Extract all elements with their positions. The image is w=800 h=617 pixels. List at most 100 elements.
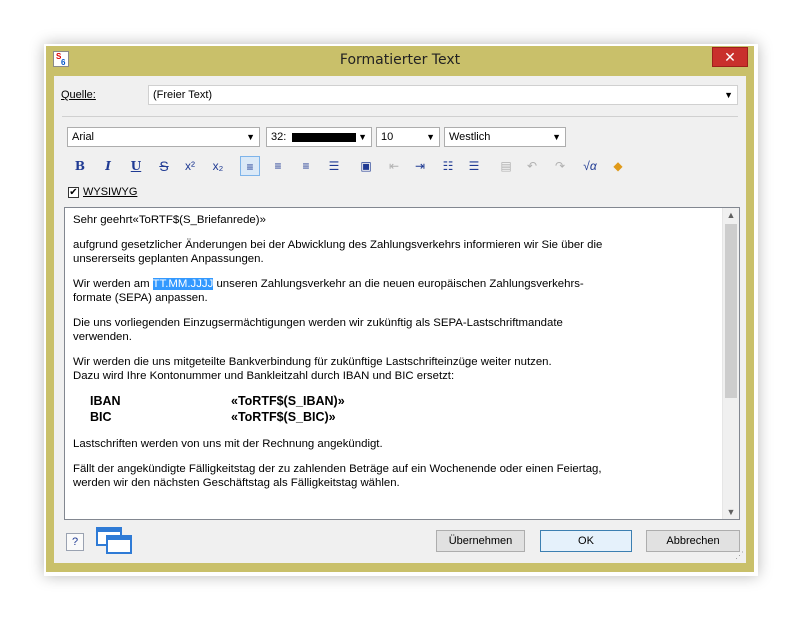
- script-value: Westlich: [449, 131, 491, 143]
- close-button[interactable]: ✕: [712, 47, 748, 67]
- align-left-icon: ≡: [246, 160, 254, 174]
- color-swatch: [292, 132, 357, 142]
- text-line: Fällt der angekündigte Fälligkeitstag de…: [73, 463, 602, 475]
- align-right-button[interactable]: ≡: [296, 156, 316, 176]
- selected-text: TT.MM.JJJJ: [152, 278, 214, 290]
- scroll-down-icon[interactable]: ▼: [723, 507, 739, 517]
- align-justify-button[interactable]: ☰: [324, 156, 344, 176]
- wysiwyg-checkbox[interactable]: ✔: [68, 187, 79, 198]
- text-line: formate (SEPA) anpassen.: [73, 292, 208, 304]
- eraser-button[interactable]: ◆: [608, 156, 628, 176]
- text-line: unseren Zahlungsverkehr an die neuen eur…: [213, 278, 584, 290]
- salutation-line: Sehr geehrt«ToRTF$(S_Briefanrede)»: [73, 214, 266, 226]
- source-label: Quelle:: [61, 89, 96, 101]
- text-editor[interactable]: Sehr geehrt«ToRTF$(S_Briefanrede)» aufgr…: [64, 207, 740, 520]
- dialog-window: S6 Formatierter Text ✕ Quelle: (Freier T…: [46, 46, 754, 572]
- align-center-icon: ≡: [274, 159, 282, 173]
- font-size-value: 10: [381, 131, 394, 143]
- subscript-button[interactable]: x₂: [208, 156, 228, 176]
- bold-button[interactable]: B: [70, 156, 90, 176]
- italic-button[interactable]: I: [98, 156, 118, 176]
- help-icon: ?: [71, 536, 79, 548]
- editor-content[interactable]: Sehr geehrt«ToRTF$(S_Briefanrede)» aufgr…: [73, 213, 713, 501]
- text-line: Wir werden die uns mitgeteilte Bankverbi…: [73, 356, 552, 368]
- indent-decrease-icon: ⇤: [388, 159, 400, 173]
- redo-icon: ↷: [554, 159, 566, 173]
- undo-button[interactable]: ↶: [522, 156, 542, 176]
- underline-button[interactable]: U: [126, 156, 146, 176]
- script-select[interactable]: Westlich ▼: [444, 127, 566, 147]
- text-line: Wir werden am: [73, 278, 153, 290]
- scroll-thumb[interactable]: [725, 224, 737, 398]
- chevron-down-icon: ▼: [426, 132, 435, 142]
- field-icon: ▣: [360, 159, 372, 173]
- apply-button-label: Übernehmen: [448, 535, 513, 547]
- insert-field-button[interactable]: ▣: [356, 156, 376, 176]
- paragraph: Wir werden die uns mitgeteilte Bankverbi…: [73, 355, 713, 383]
- vertical-scrollbar[interactable]: ▲ ▼: [722, 208, 739, 519]
- text-line: Dazu wird Ihre Kontonummer und Bankleitz…: [73, 370, 455, 382]
- align-right-icon: ≡: [302, 159, 310, 173]
- apply-button[interactable]: Übernehmen: [436, 530, 525, 552]
- numbered-list-icon: ☷: [442, 159, 454, 173]
- bullet-list-button[interactable]: ☰: [464, 156, 484, 176]
- source-label-text: Quelle:: [61, 89, 96, 101]
- source-select-value: (Freier Text): [153, 89, 213, 101]
- font-color-select[interactable]: 32: ▼: [266, 127, 372, 147]
- paragraph: Lastschriften werden von uns mit der Rec…: [73, 438, 383, 450]
- font-family-value: Arial: [72, 131, 95, 143]
- help-button[interactable]: ?: [66, 533, 84, 551]
- paragraph: aufgrund gesetzlicher Änderungen bei der…: [73, 238, 713, 266]
- font-size-select[interactable]: 10 ▼: [376, 127, 440, 147]
- iban-value: «ToRTF$(S_IBAN)»: [231, 394, 345, 408]
- paragraph: Die uns vorliegenden Einzugsermächtigung…: [73, 316, 713, 344]
- indent-increase-button[interactable]: ⇥: [410, 156, 430, 176]
- text-line: Die uns vorliegenden Einzugsermächtigung…: [73, 317, 563, 329]
- text-line: unsererseits geplanten Anpassungen.: [73, 253, 264, 265]
- ok-button[interactable]: OK: [540, 530, 632, 552]
- iban-row: IBAN «ToRTF$(S_IBAN)»: [90, 394, 713, 410]
- font-color-prefix: 32:: [271, 131, 287, 143]
- numbered-list-button[interactable]: ☷: [438, 156, 458, 176]
- align-justify-icon: ☰: [328, 159, 340, 173]
- text-line: verwenden.: [73, 331, 132, 343]
- bank-details: IBAN «ToRTF$(S_IBAN)» BIC «ToRTF$(S_BIC)»: [90, 394, 713, 426]
- indent-increase-icon: ⇥: [414, 159, 426, 173]
- font-family-select[interactable]: Arial ▼: [67, 127, 260, 147]
- bic-label: BIC: [90, 410, 112, 424]
- text-line: aufgrund gesetzlicher Änderungen bei der…: [73, 239, 603, 251]
- source-select[interactable]: (Freier Text) ▼: [148, 85, 738, 105]
- paste-button[interactable]: ▤: [496, 156, 516, 176]
- eraser-icon: ◆: [613, 159, 623, 173]
- cancel-button[interactable]: Abbrechen: [646, 530, 740, 552]
- bullet-list-icon: ☰: [468, 159, 480, 173]
- align-center-button[interactable]: ≡: [268, 156, 288, 176]
- window-title: Formatierter Text: [339, 52, 461, 68]
- redo-button[interactable]: ↷: [550, 156, 570, 176]
- formula-button[interactable]: √α: [580, 156, 600, 176]
- undo-icon: ↶: [526, 159, 538, 173]
- windows-icon[interactable]: [96, 527, 134, 555]
- superscript-button[interactable]: x²: [180, 156, 200, 176]
- dialog-client: Quelle: (Freier Text) ▼ Arial ▼ 32: ▼ 10…: [54, 76, 746, 563]
- formula-icon: √α: [583, 159, 597, 173]
- title-bar[interactable]: S6 Formatierter Text ✕: [46, 46, 754, 74]
- chevron-down-icon: ▼: [358, 132, 367, 142]
- strikethrough-button[interactable]: S: [154, 156, 174, 176]
- paragraph: Wir werden am TT.MM.JJJJ unseren Zahlung…: [73, 277, 713, 305]
- separator: [62, 116, 738, 117]
- wysiwyg-label[interactable]: WYSIWYG: [83, 186, 137, 198]
- paste-icon: ▤: [500, 159, 512, 173]
- align-left-button[interactable]: ≡: [240, 156, 260, 176]
- chevron-down-icon: ▼: [552, 132, 561, 142]
- bic-value: «ToRTF$(S_BIC)»: [231, 410, 336, 424]
- bic-row: BIC «ToRTF$(S_BIC)»: [90, 410, 713, 426]
- resize-grip-icon[interactable]: ⋰: [735, 550, 744, 561]
- indent-decrease-button[interactable]: ⇤: [384, 156, 404, 176]
- chevron-down-icon: ▼: [246, 132, 255, 142]
- chevron-down-icon: ▼: [724, 90, 733, 100]
- paragraph: Fällt der angekündigte Fälligkeitstag de…: [73, 462, 713, 490]
- iban-label: IBAN: [90, 394, 121, 408]
- scroll-up-icon[interactable]: ▲: [723, 210, 739, 220]
- text-line: werden wir den nächsten Geschäftstag als…: [73, 477, 400, 489]
